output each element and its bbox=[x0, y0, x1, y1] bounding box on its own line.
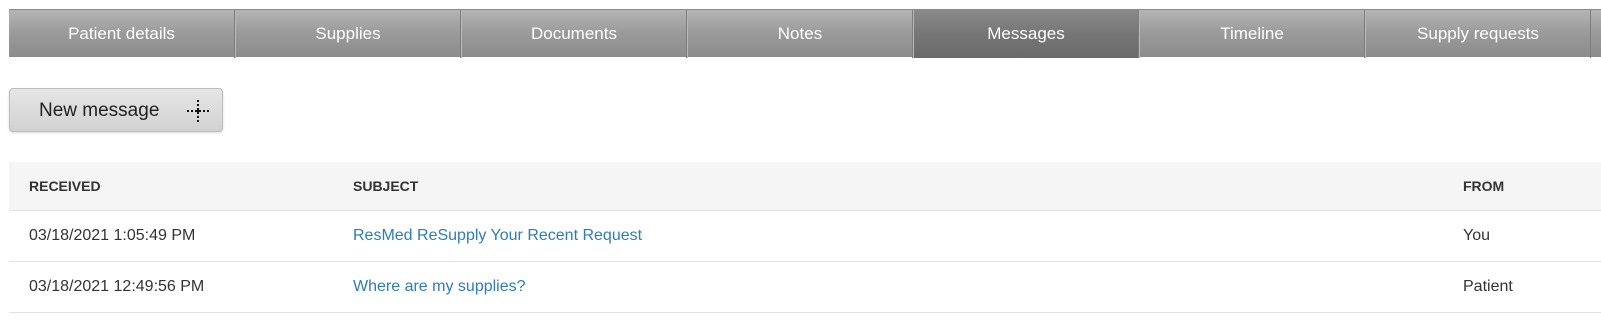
new-message-button[interactable]: New message bbox=[9, 88, 223, 132]
tab-bar: Patient details Supplies Documents Notes… bbox=[9, 9, 1601, 58]
table-row[interactable]: 03/18/2021 12:49:56 PM Where are my supp… bbox=[9, 262, 1601, 313]
subject-link[interactable]: Where are my supplies? bbox=[353, 262, 526, 312]
column-header-from[interactable]: FROM bbox=[1463, 162, 1504, 210]
tab-supply-requests[interactable]: Supply requests bbox=[1365, 10, 1591, 58]
tab-notes[interactable]: Notes bbox=[687, 10, 913, 58]
tab-patient-details[interactable]: Patient details bbox=[9, 10, 235, 58]
tab-messages[interactable]: Messages bbox=[913, 10, 1139, 58]
from-cell: You bbox=[1463, 227, 1490, 244]
tab-supplies[interactable]: Supplies bbox=[235, 10, 461, 58]
table-header: RECEIVED SUBJECT FROM bbox=[9, 162, 1601, 211]
subject-link[interactable]: ResMed ReSupply Your Recent Request bbox=[353, 211, 642, 261]
messages-table: RECEIVED SUBJECT FROM 03/18/2021 1:05:49… bbox=[9, 162, 1601, 313]
column-header-received[interactable]: RECEIVED bbox=[29, 162, 101, 210]
received-cell: 03/18/2021 12:49:56 PM bbox=[29, 278, 205, 295]
tab-timeline[interactable]: Timeline bbox=[1139, 10, 1365, 58]
column-header-subject[interactable]: SUBJECT bbox=[353, 162, 418, 210]
table-row[interactable]: 03/18/2021 1:05:49 PM ResMed ReSupply Yo… bbox=[9, 211, 1601, 262]
dotted-plus-icon bbox=[187, 100, 209, 122]
received-cell: 03/18/2021 1:05:49 PM bbox=[29, 227, 196, 244]
tab-documents[interactable]: Documents bbox=[461, 10, 687, 58]
new-message-label: New message bbox=[39, 100, 160, 121]
from-cell: Patient bbox=[1463, 278, 1513, 295]
